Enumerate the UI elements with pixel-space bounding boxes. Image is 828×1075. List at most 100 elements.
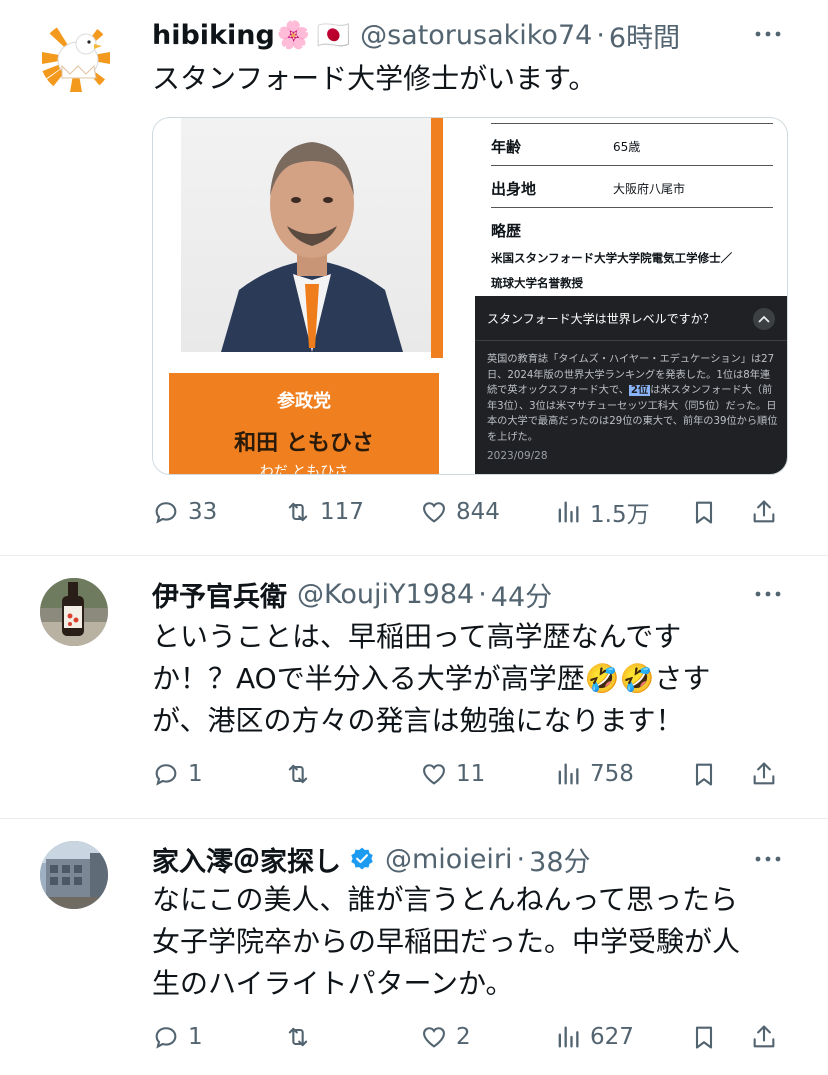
panel-highlight: 2位 (628, 385, 651, 396)
like-count: 2 (456, 1024, 471, 1050)
retweet-button[interactable]: 117 (284, 492, 364, 532)
heart-icon (423, 764, 445, 785)
view-count: 627 (590, 1024, 634, 1050)
bio-line: 琉球大学名誉教授 (491, 276, 583, 290)
birthplace-label: 出身地 (491, 180, 537, 198)
bookmark-icon (695, 763, 713, 786)
candidate-info: 年齢 65歳 出身地 大阪府八尾市 略歴 米国スタンフォード大学大学院電気工学修… (475, 118, 787, 474)
share-button[interactable] (750, 1017, 778, 1057)
tweet-header: 家入澪＠家探し @mioieiri · 38分 (152, 839, 591, 879)
display-name[interactable]: 家入澪＠家探し (152, 840, 341, 879)
flower-emoji: 🌸 (276, 20, 311, 51)
tweet-text: ということは、早稲田って高学歴なんです か！？AOで半分入る大学が高学歴🤣🤣さす… (152, 616, 792, 742)
share-button[interactable] (750, 754, 778, 794)
bookmark-button[interactable] (690, 492, 718, 532)
tweet-header: hibiking 🌸 🇯🇵 @satorusakiko74 · 6時間 (152, 15, 680, 55)
views-button[interactable]: 627 (554, 1017, 634, 1057)
candidate-kana: わだ ともひさ (259, 464, 349, 475)
candidate-name: 和田 ともひさ (234, 431, 374, 456)
more-options-icon[interactable] (752, 18, 784, 50)
retweet-icon (288, 764, 308, 784)
reply-icon (155, 502, 177, 524)
more-options-icon[interactable] (752, 843, 784, 875)
retweet-icon (288, 502, 308, 522)
heart-icon (423, 1027, 445, 1048)
handle[interactable]: @KoujiY1984 (297, 579, 474, 610)
party-banner: 参政党 和田 ともひさ わだ ともひさ (169, 373, 439, 475)
bio-label: 略歴 (491, 222, 522, 240)
age-value: 65歳 (613, 140, 641, 154)
tweet[interactable]: 家入澪＠家探し @mioieiri · 38分 なにこの美人、誰が言うとんねんっ… (0, 819, 828, 1075)
separator-dot: · (516, 843, 526, 875)
reply-button[interactable]: 1 (152, 754, 203, 794)
like-count: 11 (456, 761, 486, 787)
tweet-text-line: か！？AOで半分入る大学が高学歴🤣🤣さす (152, 662, 711, 695)
reply-icon (155, 764, 177, 786)
retweet-button[interactable] (284, 754, 320, 794)
views-button[interactable]: 758 (554, 754, 634, 794)
views-button[interactable]: 1.5万 (554, 492, 650, 532)
avatar[interactable] (40, 22, 112, 94)
tweet-text: スタンフォード大学修士がいます。 (152, 62, 597, 95)
display-name[interactable]: 伊予官兵衛 (152, 575, 287, 614)
share-button[interactable] (750, 492, 778, 532)
orange-accent-bar (431, 118, 443, 358)
retweet-button[interactable] (284, 1017, 320, 1057)
verified-badge-icon (349, 846, 375, 872)
reply-button[interactable]: 1 (152, 1017, 203, 1057)
candidate-photo (181, 118, 443, 352)
info-row-birthplace: 出身地 大阪府八尾市 (491, 166, 773, 208)
party-logo: 参政党 (277, 391, 331, 412)
retweet-icon (288, 1027, 308, 1047)
separator-dot: · (596, 19, 605, 51)
reply-icon (155, 1027, 177, 1049)
avatar[interactable] (40, 578, 108, 646)
retweet-count: 117 (320, 499, 364, 525)
panel-divider (475, 340, 787, 341)
view-count: 758 (590, 761, 634, 787)
view-count: 1.5万 (590, 502, 650, 528)
panel-body: 英国の教育誌「タイムズ・ハイヤー・エデュケーション」は27日、2024年版の世界… (487, 352, 779, 445)
tweet[interactable]: hibiking 🌸 🇯🇵 @satorusakiko74 · 6時間 スタンフ… (0, 0, 828, 555)
tweet-text-line: が、港区の方々の発言は勉強になります！ (152, 704, 684, 737)
bookmark-button[interactable] (690, 754, 718, 794)
reply-button[interactable]: 33 (152, 492, 217, 532)
tweet-header: 伊予官兵衛 @KoujiY1984 · 44分 (152, 574, 552, 614)
tweet-text-line: 生のハイライトパターンか。 (152, 967, 514, 1000)
age-label: 年齢 (491, 138, 522, 156)
panel-question: スタンフォード大学は世界レベルですか？ (487, 312, 715, 326)
flag-emoji: 🇯🇵 (316, 20, 351, 51)
handle[interactable]: @satorusakiko74 (360, 20, 592, 51)
bio-line: 米国スタンフォード大学大学院電気工学修士／ (491, 251, 733, 265)
action-bar: 1 2 627 (152, 1017, 792, 1057)
tweet[interactable]: 伊予官兵衛 @KoujiY1984 · 44分 ということは、早稲田って高学歴な… (0, 556, 828, 818)
timestamp[interactable]: 44分 (491, 575, 552, 614)
like-count: 844 (456, 499, 500, 525)
like-button[interactable]: 11 (420, 754, 485, 794)
candidate-poster: 参政党 和田 ともひさ わだ ともひさ (153, 118, 469, 475)
timestamp[interactable]: 38分 (529, 840, 590, 879)
avatar[interactable] (40, 841, 108, 909)
tweet-text-line: なにこの美人、誰が言うとんねんって思ったら (152, 883, 739, 916)
analytics-icon (558, 763, 579, 785)
tweet-media[interactable]: 参政党 和田 ともひさ わだ ともひさ 年齢 65歳 出身地 大阪府八尾市 略歴… (152, 117, 788, 475)
like-button[interactable]: 2 (420, 1017, 471, 1057)
analytics-icon (558, 501, 579, 523)
timestamp[interactable]: 6時間 (609, 16, 680, 55)
panel-date: 2023/09/28 (487, 450, 548, 462)
display-name[interactable]: hibiking (152, 20, 275, 51)
like-button[interactable]: 844 (420, 492, 500, 532)
tweet-text-line: ということは、早稲田って高学歴なんです (152, 620, 682, 653)
reply-count: 1 (188, 1024, 203, 1050)
bookmark-button[interactable] (690, 1017, 718, 1057)
handle[interactable]: @mioieiri (385, 844, 513, 875)
share-icon (753, 1025, 775, 1048)
bookmark-icon (695, 501, 713, 524)
info-row-age: 年齢 65歳 (491, 124, 773, 166)
bookmark-icon (695, 1026, 713, 1049)
share-icon (753, 500, 775, 523)
birthplace-value: 大阪府八尾市 (613, 182, 686, 196)
more-options-icon[interactable] (752, 578, 784, 610)
search-answer-panel: スタンフォード大学は世界レベルですか？ 英国の教育誌「タイムズ・ハイヤー・エデュ… (475, 296, 787, 474)
tweet-text-line: 女子学院卒からの早稲田だった。中学受験が人 (152, 925, 741, 958)
